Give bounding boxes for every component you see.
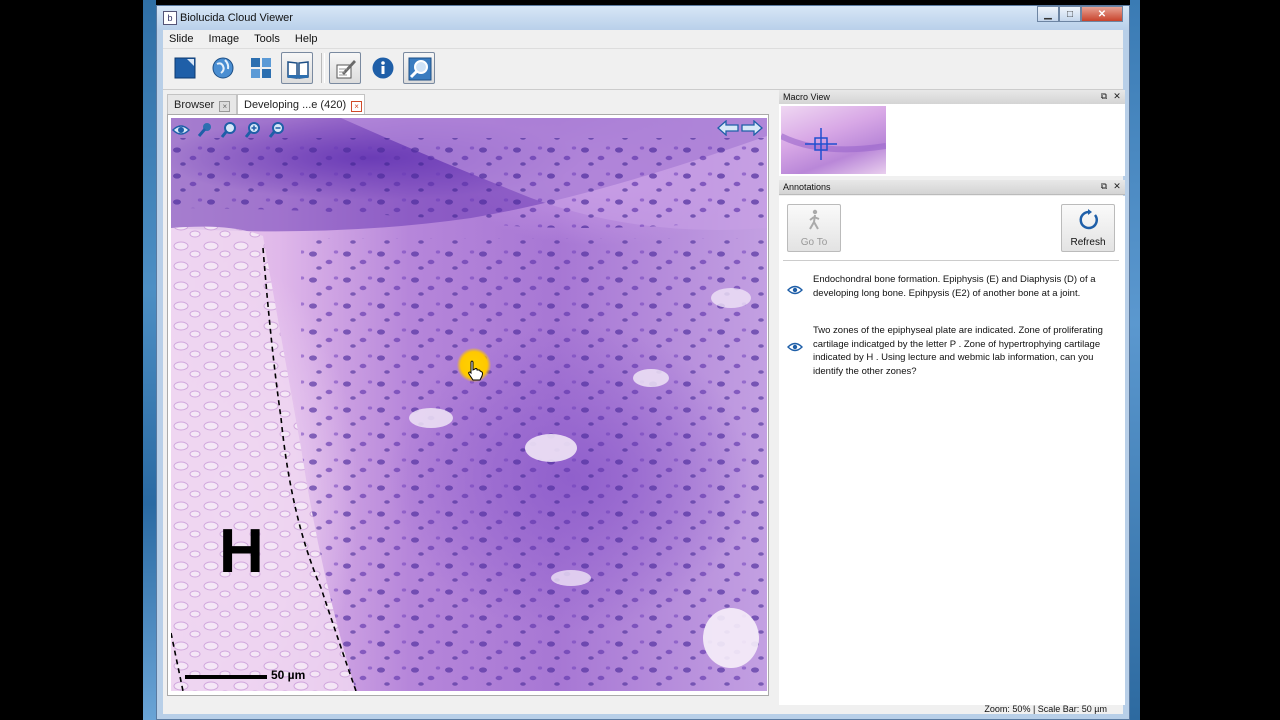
book-button[interactable] [281, 52, 313, 84]
float-panel-icon[interactable]: ⧉ [1099, 91, 1109, 101]
info-icon [372, 57, 394, 79]
window-title: Biolucida Cloud Viewer [180, 12, 293, 24]
arrow-right-icon[interactable] [741, 120, 763, 136]
zoom-search-icon [408, 57, 432, 81]
arrow-left-icon[interactable] [717, 120, 739, 136]
eye-icon [172, 125, 190, 135]
magnifier-icon [220, 122, 236, 138]
zoom-out-icon [268, 122, 284, 138]
annotations-panel: Go To Refresh Endochondral bone formatio… [779, 196, 1125, 705]
book-icon [287, 61, 309, 79]
globe-button[interactable] [207, 52, 239, 84]
hand-cursor-icon [468, 360, 483, 381]
scale-bar-label: 50 µm [271, 668, 306, 682]
close-panel-icon[interactable]: ✕ [1112, 91, 1122, 101]
zoom-search-button[interactable] [403, 52, 435, 84]
pointer-highlight [457, 348, 491, 382]
client-area: Slide Image Tools Help Browser × Develop… [163, 30, 1125, 714]
tab-browser-label: Browser [174, 99, 215, 111]
info-button[interactable] [367, 52, 399, 84]
annotation-item[interactable]: Two zones of the epiphyseal plate are in… [787, 324, 1117, 380]
slide-viewer[interactable]: H 50 µm [167, 114, 769, 696]
tab-close-icon[interactable]: × [351, 101, 363, 112]
go-to-button[interactable]: Go To [787, 204, 841, 252]
macro-crosshair-icon [781, 128, 886, 160]
window-controls: ▁ □ ✕ [1037, 6, 1123, 24]
tissue-texture [171, 118, 767, 691]
slide-pane: Browser × Developing ...e (420) × H 50 µ… [163, 90, 773, 705]
close-panel-icon[interactable]: ✕ [1112, 181, 1122, 191]
go-to-label: Go To [800, 237, 828, 248]
annotate-icon [336, 60, 356, 79]
menu-tools[interactable]: Tools [248, 30, 286, 45]
zone-label-h: H [219, 517, 264, 586]
zoom-in-tool[interactable] [243, 121, 263, 139]
float-panel-icon[interactable]: ⧉ [1099, 181, 1109, 191]
magnifier-tool[interactable] [219, 121, 239, 139]
desktop-wallpaper-strip-right [1130, 0, 1140, 720]
zoom-in-icon [244, 122, 260, 138]
globe-icon [212, 57, 234, 79]
zoom-status: Zoom: 50% | Scale Bar: 50 µm [984, 704, 1107, 714]
annotation-text: Two zones of the epiphyseal plate are in… [813, 325, 1103, 377]
eye-icon[interactable] [787, 285, 803, 295]
wrench-icon [197, 123, 211, 137]
tab-browser[interactable]: Browser × [167, 94, 237, 114]
refresh-label: Refresh [1070, 237, 1106, 248]
scale-bar [185, 675, 267, 679]
close-slide-icon [174, 57, 196, 79]
menu-help[interactable]: Help [289, 30, 324, 45]
toolbar-separator [321, 53, 325, 83]
menu-image[interactable]: Image [203, 30, 246, 45]
title-bar[interactable]: b Biolucida Cloud Viewer ▁ □ ✕ [157, 6, 1129, 30]
desktop-wallpaper-strip [143, 0, 156, 720]
tiles-button[interactable] [245, 52, 277, 84]
toolbar [163, 48, 1123, 90]
annotation-text: Endochondral bone formation. Epiphysis (… [813, 274, 1096, 299]
histology-image[interactable]: H 50 µm [171, 118, 767, 691]
status-bar: Zoom: 50% | Scale Bar: 50 µm [163, 704, 1123, 714]
macro-view-header: Macro View ⧉ ✕ [779, 90, 1125, 105]
tab-developing-slide[interactable]: Developing ...e (420) × [237, 94, 365, 114]
app-window: b Biolucida Cloud Viewer ▁ □ ✕ Slide Ima… [156, 5, 1130, 720]
wrench-tool[interactable] [195, 121, 215, 139]
zoom-out-tool[interactable] [267, 121, 287, 139]
close-slide-button[interactable] [169, 52, 201, 84]
menu-slide[interactable]: Slide [163, 30, 199, 45]
tab-close-icon[interactable]: × [219, 101, 231, 112]
tiles-icon [251, 58, 271, 78]
walk-icon [809, 209, 820, 230]
tab-developing-label: Developing ...e (420) [244, 99, 347, 111]
desktop-background-left [0, 0, 143, 720]
macro-view-title: Macro View [783, 92, 830, 102]
annotate-button[interactable] [329, 52, 361, 84]
annotations-title: Annotations [783, 182, 831, 192]
desktop-background-right [1140, 0, 1280, 720]
close-button[interactable]: ✕ [1081, 6, 1123, 22]
divider [783, 260, 1119, 261]
annotations-header: Annotations ⧉ ✕ [779, 180, 1125, 195]
refresh-icon [1079, 209, 1098, 230]
eye-icon[interactable] [787, 342, 803, 352]
annotation-item[interactable]: Endochondral bone formation. Epiphysis (… [787, 273, 1117, 315]
macro-thumbnail[interactable] [781, 106, 886, 174]
maximize-button[interactable]: □ [1059, 6, 1081, 22]
refresh-button[interactable]: Refresh [1061, 204, 1115, 252]
side-panels: Macro View ⧉ ✕ Annotations ⧉ ✕ Go To Ref… [779, 90, 1125, 705]
app-icon: b [163, 11, 177, 25]
minimize-button[interactable]: ▁ [1037, 6, 1059, 22]
menu-bar: Slide Image Tools Help [163, 30, 1123, 48]
eye-tool[interactable] [171, 121, 191, 139]
macro-view[interactable] [779, 104, 1125, 176]
